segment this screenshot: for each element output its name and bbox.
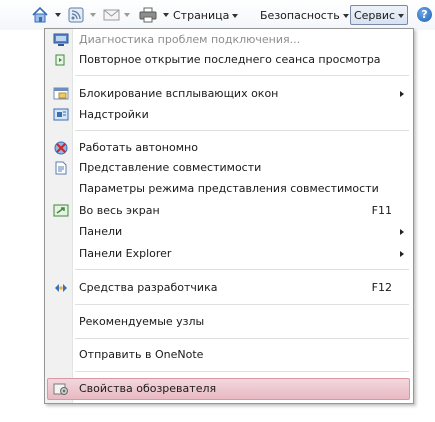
feeds-button[interactable] [68,4,84,26]
security-menu-label: Безопасность [260,8,340,22]
work-offline-icon [54,141,68,155]
menu-separator [75,371,409,373]
help-icon[interactable]: ? [417,7,432,22]
menu-separator [75,75,409,77]
chevron-down-icon [398,13,405,18]
menu-item-internet-options[interactable]: Свойства обозревателя [47,378,410,400]
feeds-dropdown-arrow[interactable] [90,13,96,17]
menu-item-label: Надстройки [79,108,149,121]
printer-icon [139,7,157,23]
tools-menu-label: Сервис [353,8,396,22]
home-icon [32,6,48,23]
feeds-icon [68,7,84,23]
mail-icon [103,9,120,21]
compatibility-view-icon [55,161,67,175]
reopen-session-icon [55,54,65,66]
chevron-down-icon [342,13,349,18]
menu-separator [75,269,409,271]
mail-dropdown-arrow[interactable] [124,13,130,17]
submenu-arrow-icon [400,229,404,235]
menu-item-label: Панели Explorer [79,247,172,260]
home-button[interactable] [31,4,49,26]
network-diagnostics-icon [53,33,69,46]
security-menu-button[interactable]: Безопасность [260,4,349,26]
shortcut-label: F12 [371,281,392,294]
menu-item-compatibility-view[interactable]: Представление совместимости [47,158,410,178]
popup-blocker-icon [53,87,69,100]
addons-icon [53,108,69,121]
menu-item-reopen-session[interactable]: Повторное открытие последнего сеанса про… [47,50,410,70]
command-bar: Страница Безопасность Сервис ? [0,0,435,30]
chevron-down-icon [232,13,239,18]
internet-options-icon [53,383,68,395]
menu-item-diagnose-connection[interactable]: Диагностика проблем подключения... [47,30,410,50]
menu-item-explorer-bars[interactable]: Панели Explorer [47,244,410,264]
menu-item-compatibility-settings[interactable]: Параметры режима представления совместим… [47,179,410,199]
menu-item-label: Параметры режима представления совместим… [79,182,379,195]
menu-item-label: Панели [79,225,123,238]
developer-tools-icon [55,284,67,292]
menu-item-label: Повторное открытие последнего сеанса про… [79,53,381,66]
page-menu-label: Страница [173,8,230,22]
print-dropdown-arrow[interactable] [163,13,169,17]
menu-separator [75,130,409,132]
menu-separator [75,304,409,306]
menu-item-label: Работать автономно [79,141,198,154]
tools-dropdown-menu: Диагностика проблем подключения... Повто… [44,28,414,404]
menu-item-label: Рекомендуемые узлы [79,315,205,328]
page-menu-button[interactable]: Страница [173,4,239,26]
tools-menu-button[interactable]: Сервис [350,5,408,25]
menu-item-label: Средства разработчика [79,281,218,294]
menu-item-full-screen[interactable]: Во весь экран F11 [47,201,410,221]
menu-item-label: Свойства обозревателя [79,382,217,395]
menu-item-developer-tools[interactable]: Средства разработчика F12 [47,278,410,298]
menu-item-send-to-onenote[interactable]: Отправить в OneNote [47,345,410,365]
print-button[interactable] [139,4,157,26]
menu-separator [75,338,409,340]
menu-item-label: Отправить в OneNote [79,348,204,361]
shortcut-label: F11 [371,204,392,217]
menu-item-suggested-sites[interactable]: Рекомендуемые узлы [47,312,410,332]
menu-item-work-offline[interactable]: Работать автономно [47,138,410,158]
submenu-arrow-icon [400,91,404,97]
mail-button[interactable] [103,4,120,26]
home-dropdown-arrow[interactable] [55,13,61,17]
menu-item-label: Диагностика проблем подключения... [79,33,301,46]
submenu-arrow-icon [400,251,404,257]
menu-item-label: Представление совместимости [79,161,262,174]
menu-item-addons[interactable]: Надстройки [47,105,410,125]
fullscreen-icon [53,204,69,217]
menu-item-popup-blocker[interactable]: Блокирование всплывающих окон [47,84,410,104]
menu-item-toolbars[interactable]: Панели [47,222,410,242]
menu-item-label: Блокирование всплывающих окон [79,87,279,100]
menu-item-label: Во весь экран [79,204,160,217]
